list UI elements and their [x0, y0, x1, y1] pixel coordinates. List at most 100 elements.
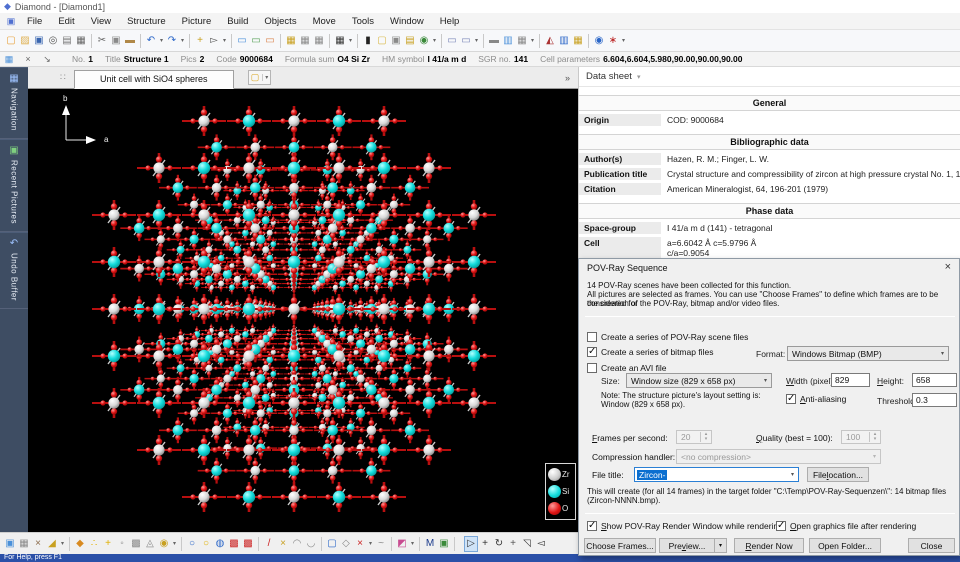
- properties-table-icon[interactable]: ▦: [2, 51, 16, 67]
- table-bonds-icon[interactable]: ▦: [312, 33, 326, 49]
- checkbox-bitmap-files[interactable]: Create a series of bitmap files: [587, 347, 713, 357]
- measure-m-icon[interactable]: M: [423, 536, 437, 552]
- checkbox-avi-file[interactable]: Create an AVI file: [587, 363, 667, 373]
- polyhedron-yellow-icon[interactable]: ○: [199, 536, 213, 552]
- new-document-icon[interactable]: ▢: [4, 33, 18, 49]
- screen-icon[interactable]: ▮: [361, 33, 375, 49]
- cell-pack-icon[interactable]: ▩: [241, 536, 255, 552]
- atom-orange-icon[interactable]: ◆: [73, 536, 87, 552]
- tools-star-icon[interactable]: ∗: [606, 33, 620, 49]
- table-structures-icon[interactable]: ▦: [284, 33, 298, 49]
- chart-table-icon[interactable]: ▦: [571, 33, 585, 49]
- close-button[interactable]: Close: [908, 538, 955, 553]
- table-edit-icon[interactable]: ▦: [17, 536, 31, 552]
- window-link-icon[interactable]: ▭: [445, 33, 459, 49]
- picture-refresh-icon[interactable]: ▭: [263, 33, 277, 49]
- plane-icon[interactable]: ◇: [339, 536, 353, 552]
- paste-icon[interactable]: ▬: [123, 33, 137, 49]
- picture-list-icon[interactable]: ▣: [3, 536, 17, 552]
- supercell-icon[interactable]: ▩: [227, 536, 241, 552]
- pointer-icon[interactable]: ▷: [464, 536, 478, 552]
- open-folder-icon[interactable]: ▨: [18, 33, 32, 49]
- panel-colored-icon[interactable]: ▥: [501, 33, 515, 49]
- grid-view-icon-dropdown[interactable]: ▾: [347, 33, 354, 49]
- quick-build-icon-dropdown[interactable]: ▾: [59, 536, 66, 552]
- delete-icon-dropdown[interactable]: ▾: [367, 536, 374, 552]
- packing-icon-dropdown[interactable]: ▾: [409, 536, 416, 552]
- panel-table-icon-dropdown[interactable]: ▾: [529, 33, 536, 49]
- undo-icon-dropdown[interactable]: ▾: [158, 33, 165, 49]
- redo-icon[interactable]: ↷: [165, 33, 179, 49]
- threshold-field[interactable]: 0.3: [912, 393, 957, 407]
- sidebar-tab-undo-buffer[interactable]: ↶Undo Buffer: [0, 232, 28, 309]
- toolbar-grip[interactable]: ∷: [60, 72, 66, 83]
- menu-window[interactable]: Window: [382, 14, 432, 29]
- menu-file[interactable]: File: [19, 14, 50, 29]
- chart-bars-icon[interactable]: ▥: [557, 33, 571, 49]
- polyhedron-net-icon[interactable]: ◍: [213, 536, 227, 552]
- menu-objects[interactable]: Objects: [256, 14, 304, 29]
- layers-icon[interactable]: ▤: [403, 33, 417, 49]
- tools-star-icon-dropdown[interactable]: ▾: [620, 33, 627, 49]
- picture-video-icon[interactable]: ▭: [249, 33, 263, 49]
- print-icon[interactable]: ▦: [74, 33, 88, 49]
- height-field[interactable]: 658: [912, 373, 957, 387]
- quick-build-icon[interactable]: ◢: [45, 536, 59, 552]
- chart-triangle-icon[interactable]: ◭: [543, 33, 557, 49]
- compression-dropdown[interactable]: <no compression>▾: [676, 449, 881, 464]
- select-cursor-icon[interactable]: ▻: [207, 33, 221, 49]
- width-field[interactable]: 829: [831, 373, 870, 387]
- menu-view[interactable]: View: [83, 14, 119, 29]
- copy-icon[interactable]: ▣: [109, 33, 123, 49]
- structure-viewport[interactable]: b a ZrSiO: [28, 89, 578, 532]
- checkbox-scene-files[interactable]: Create a series of POV-Ray scene files: [587, 332, 748, 342]
- data-sheet-header[interactable]: Data sheet ▾: [579, 67, 960, 87]
- povray-icon[interactable]: ◉: [592, 33, 606, 49]
- sidebar-tab-recent-pictures[interactable]: ▣Recent Pictures: [0, 139, 28, 232]
- bond-torsion-icon[interactable]: ◡: [304, 536, 318, 552]
- molecule-cluster-icon[interactable]: ∴: [87, 536, 101, 552]
- format-dropdown[interactable]: Windows Bitmap (BMP)▾: [787, 346, 949, 361]
- build-tools-icon[interactable]: ×: [31, 536, 45, 552]
- sidebar-tab-navigation[interactable]: ▦Navigation: [0, 67, 28, 139]
- window-export-icon-dropdown[interactable]: ▾: [473, 33, 480, 49]
- back-icon[interactable]: ◅: [534, 536, 548, 552]
- checkbox-antialiasing[interactable]: Anti-aliasing: [786, 394, 846, 404]
- menu-help[interactable]: Help: [432, 14, 468, 29]
- coordination-icon-dropdown[interactable]: ▾: [171, 536, 178, 552]
- menu-build[interactable]: Build: [219, 14, 256, 29]
- menu-tools[interactable]: Tools: [344, 14, 382, 29]
- choose-frames-button[interactable]: Choose Frames...: [584, 538, 656, 553]
- panel-table-icon[interactable]: ▦: [515, 33, 529, 49]
- open-folder-button[interactable]: Open Folder...: [809, 538, 881, 553]
- pan-icon[interactable]: +: [506, 536, 520, 552]
- file-location-button[interactable]: File location...: [807, 467, 869, 482]
- find-icon[interactable]: ◎: [46, 33, 60, 49]
- table-atoms-icon[interactable]: ▦: [298, 33, 312, 49]
- pin-icon[interactable]: ▾: [637, 73, 641, 81]
- zoom-icon[interactable]: ◹: [520, 536, 534, 552]
- chevron-down-icon[interactable]: ▾: [262, 74, 268, 81]
- print-preview-icon[interactable]: ▤: [60, 33, 74, 49]
- select-cursor-icon-dropdown[interactable]: ▾: [221, 33, 228, 49]
- menu-picture[interactable]: Picture: [174, 14, 220, 29]
- menu-structure[interactable]: Structure: [119, 14, 174, 29]
- cut-icon[interactable]: ✂: [95, 33, 109, 49]
- copy-layer-icon[interactable]: ▣: [389, 33, 403, 49]
- collapse-infobar-icon[interactable]: ↘: [40, 51, 54, 67]
- polyhedron-blue-icon[interactable]: ○: [185, 536, 199, 552]
- coordination-icon[interactable]: ◉: [157, 536, 171, 552]
- panel-horizontal-icon[interactable]: ▬: [487, 33, 501, 49]
- move-icon[interactable]: +: [478, 536, 492, 552]
- picture-new-icon[interactable]: ▭: [235, 33, 249, 49]
- new-layer-icon[interactable]: ▢: [375, 33, 389, 49]
- delete-icon[interactable]: ×: [353, 536, 367, 552]
- render-globe-icon[interactable]: ◉: [417, 33, 431, 49]
- unit-cell-icon[interactable]: ▢: [325, 536, 339, 552]
- render-globe-icon-dropdown[interactable]: ▾: [431, 33, 438, 49]
- pan-hand-icon[interactable]: +: [193, 33, 207, 49]
- menu-move[interactable]: Move: [305, 14, 344, 29]
- file-title-combo[interactable]: Zircon-▾: [634, 467, 799, 482]
- redo-icon-dropdown[interactable]: ▾: [179, 33, 186, 49]
- close-infobar-icon[interactable]: ×: [21, 51, 35, 67]
